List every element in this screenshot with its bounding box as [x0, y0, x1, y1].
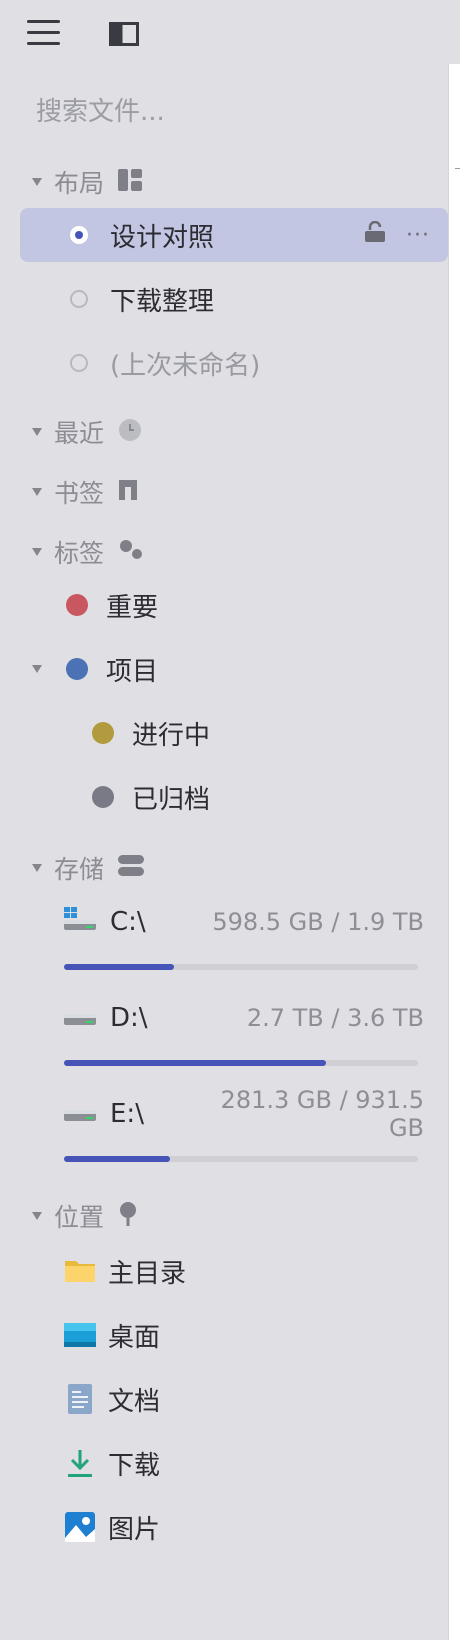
radio-unselected-icon[interactable]: [70, 290, 88, 308]
location-item-desktop[interactable]: 桌面: [64, 1308, 424, 1362]
hamburger-icon[interactable]: [27, 20, 60, 46]
tag-color-dot: [66, 658, 88, 680]
tag-color-dot: [92, 786, 114, 808]
section-header-locations[interactable]: 位置: [32, 1196, 138, 1236]
drive-item-c[interactable]: C:\ 598.5 GB / 1.9 TB: [64, 902, 424, 998]
drive-size: 2.7 TB / 3.6 TB: [246, 1004, 424, 1032]
tag-item-archived[interactable]: 已归档: [92, 770, 210, 824]
caret-down-icon: [32, 864, 42, 872]
drive-label: E:\: [110, 1099, 144, 1129]
hard-drive-icon: [64, 1003, 96, 1033]
drive-size: 598.5 GB / 1.9 TB: [212, 908, 424, 936]
section-title: 最近: [54, 419, 105, 448]
tag-label: 已归档: [132, 784, 211, 815]
location-label: 文档: [108, 1386, 161, 1417]
content-tick: [455, 168, 460, 169]
document-icon: [64, 1383, 96, 1415]
download-icon: [64, 1447, 96, 1479]
content-pane-edge: [448, 64, 460, 1640]
drive-item-d[interactable]: D:\ 2.7 TB / 3.6 TB: [64, 998, 424, 1094]
layout-item-label: 下载整理: [110, 286, 215, 317]
drive-usage-bar: [64, 1060, 418, 1066]
radio-selected-icon[interactable]: [70, 226, 88, 244]
layout-item-label: 设计对照: [110, 222, 215, 253]
sidebar-panel-icon[interactable]: [109, 22, 139, 46]
section-title: 位置: [54, 1203, 105, 1232]
desktop-icon: [64, 1319, 96, 1351]
storage-icon: [118, 855, 145, 881]
location-label: 主目录: [108, 1258, 187, 1289]
location-item-pictures[interactable]: 图片: [64, 1500, 424, 1554]
layout-item-design-compare[interactable]: 设计对照 ···: [70, 208, 430, 262]
layout-grid-icon: [118, 169, 143, 195]
section-header-layouts[interactable]: 布局: [32, 162, 143, 202]
caret-down-icon: [32, 488, 42, 496]
section-title: 书签: [54, 479, 105, 508]
section-header-bookmarks[interactable]: 书签: [32, 472, 138, 512]
tag-item-important[interactable]: 重要: [66, 578, 158, 632]
drive-usage-bar: [64, 1156, 418, 1162]
pin-icon: [118, 1201, 138, 1231]
clock-icon: [118, 418, 142, 446]
layout-item-download-organize[interactable]: 下载整理: [70, 272, 214, 326]
layout-item-unnamed[interactable]: (上次未命名): [70, 336, 260, 390]
location-item-home[interactable]: 主目录: [64, 1244, 424, 1298]
caret-down-icon[interactable]: [32, 665, 42, 673]
tag-color-dot: [66, 594, 88, 616]
tags-icon: [118, 538, 144, 566]
hard-drive-icon: [64, 1099, 96, 1129]
tag-label: 重要: [106, 592, 159, 623]
location-label: 下载: [108, 1450, 161, 1481]
drive-label: C:\: [110, 907, 146, 937]
section-header-recent[interactable]: 最近: [32, 412, 142, 452]
section-title: 布局: [54, 169, 105, 198]
tag-item-in-progress[interactable]: 进行中: [92, 706, 210, 760]
drive-usage-fill: [64, 1156, 171, 1162]
drive-size: 281.3 GB / 931.5 GB: [220, 1086, 424, 1142]
drive-item-e[interactable]: E:\ 281.3 GB / 931.5 GB: [64, 1086, 424, 1190]
location-item-downloads[interactable]: 下载: [64, 1436, 424, 1490]
location-item-documents[interactable]: 文档: [64, 1372, 424, 1426]
unlock-icon[interactable]: [364, 220, 386, 250]
tag-label: 进行中: [132, 720, 211, 751]
caret-down-icon: [32, 548, 42, 556]
section-header-storage[interactable]: 存储: [32, 848, 145, 888]
layout-item-label: (上次未命名): [110, 350, 261, 381]
location-label: 桌面: [108, 1322, 161, 1353]
drive-usage-fill: [64, 964, 174, 970]
pictures-icon: [64, 1511, 96, 1543]
tag-color-dot: [92, 722, 114, 744]
caret-down-icon: [32, 428, 42, 436]
bookmark-icon: [118, 479, 138, 505]
radio-unselected-icon[interactable]: [70, 354, 88, 372]
tag-label: 项目: [106, 656, 159, 687]
location-label: 图片: [108, 1514, 161, 1545]
drive-label: D:\: [110, 1003, 148, 1033]
section-title: 标签: [54, 539, 105, 568]
more-options-icon[interactable]: ···: [406, 223, 430, 248]
windows-drive-icon: [64, 907, 96, 937]
tag-item-project[interactable]: 项目: [32, 642, 158, 696]
caret-down-icon: [32, 178, 42, 186]
search-input[interactable]: [36, 92, 416, 132]
drive-usage-bar: [64, 964, 418, 970]
section-header-tags[interactable]: 标签: [32, 532, 144, 572]
section-title: 存储: [54, 855, 105, 884]
folder-icon: [64, 1255, 96, 1287]
drive-usage-fill: [64, 1060, 326, 1066]
caret-down-icon: [32, 1212, 42, 1220]
